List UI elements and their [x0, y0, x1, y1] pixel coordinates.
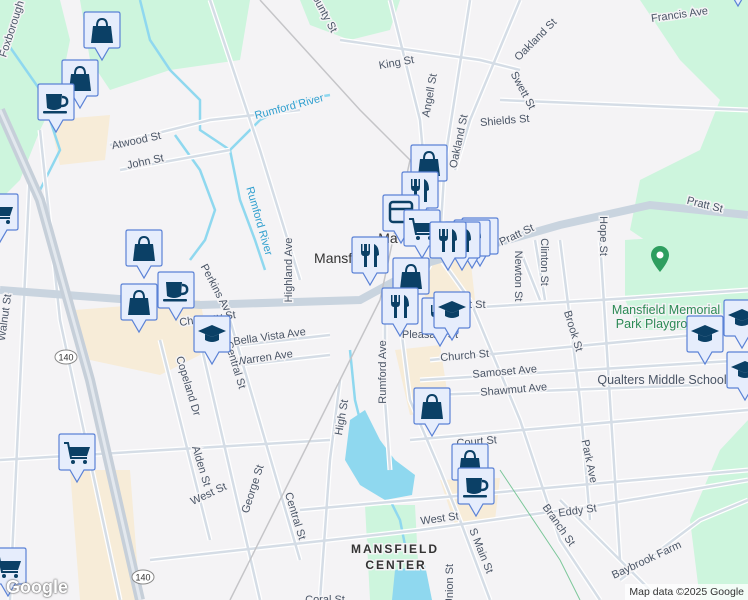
map-label: Shawmut Ave — [480, 381, 548, 399]
map-label: Pratt St — [498, 222, 536, 248]
shopping-bag-marker[interactable] — [125, 229, 163, 280]
river — [348, 349, 362, 421]
google-logo: Google — [6, 577, 68, 597]
map-label: Atwood St — [111, 130, 163, 152]
map-label: Walnut St — [0, 293, 14, 341]
map-label: Angell St — [420, 73, 439, 118]
school-marker[interactable] — [686, 315, 724, 366]
map-label: Hope St — [597, 216, 609, 256]
svg-text:140: 140 — [58, 353, 73, 363]
map-attribution[interactable]: Map data ©2025 Google — [625, 584, 748, 600]
map-label: Warren Ave — [236, 348, 294, 368]
map-label: MANSFIELD — [351, 542, 439, 556]
map-label: CENTER — [365, 558, 426, 572]
road — [0, 438, 331, 462]
school-marker[interactable] — [726, 351, 748, 402]
map-label: Qualters Middle School — [597, 373, 726, 387]
cart-marker[interactable] — [0, 193, 19, 244]
map-label: Coral St — [305, 594, 345, 600]
map-label: Clinton St — [538, 238, 550, 286]
map-label: Church St — [440, 348, 490, 364]
map-canvas[interactable]: 140140 Francis AveOakland StCounty StKin… — [0, 0, 748, 600]
map-label: Rumford River — [253, 92, 325, 122]
map-label: Newton St — [512, 251, 524, 302]
restaurant-marker[interactable] — [351, 236, 389, 287]
map-label: Shields St — [480, 113, 530, 129]
map-label: Park Ave — [579, 439, 600, 484]
svg-text:140: 140 — [135, 573, 150, 583]
school-marker[interactable] — [193, 315, 231, 366]
shopping-bag-marker[interactable] — [413, 387, 451, 438]
map-label: Bella Vista Ave — [233, 326, 307, 348]
map-label: Highland Ave — [283, 238, 295, 303]
map-label: George St — [240, 463, 267, 514]
map-label: Swett St — [508, 70, 538, 112]
map-label: Rumford Ave — [377, 340, 389, 403]
map-label: Mansfield Memorial — [612, 303, 720, 317]
map-label: John St — [126, 152, 165, 171]
map-label: Union St — [444, 564, 456, 600]
school-marker[interactable] — [723, 299, 748, 350]
road — [8, 169, 32, 600]
road — [598, 239, 622, 561]
map-label: Oakland St — [512, 16, 559, 63]
water-area — [345, 410, 415, 500]
